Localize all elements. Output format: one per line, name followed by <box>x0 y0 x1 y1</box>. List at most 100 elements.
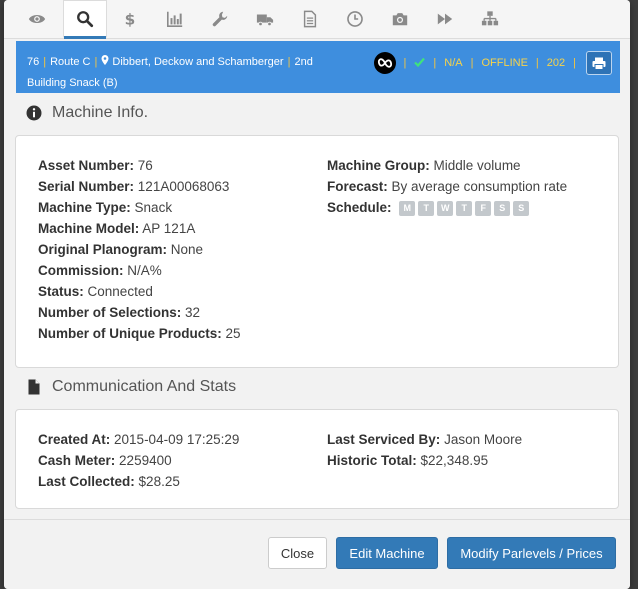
schedule-field: Schedule: M T W T F S S <box>327 200 530 216</box>
number-of-selections-field: Number of Selections: 32 <box>38 305 200 320</box>
machine-info-panel: Asset Number: 76 Serial Number: 121A0006… <box>15 135 619 368</box>
field-value: Connected <box>87 284 153 299</box>
print-icon <box>592 57 606 70</box>
machine-group-field: Machine Group: Middle volume <box>327 158 521 173</box>
unique-products-field: Number of Unique Products: 25 <box>38 326 241 341</box>
field-label: Schedule: <box>327 200 392 215</box>
tab-hierarchy[interactable] <box>468 0 512 38</box>
field-value: 25 <box>225 326 241 341</box>
schedule-day-sunday[interactable]: S <box>513 200 530 216</box>
tab-photos[interactable] <box>378 0 422 38</box>
schedule-day-monday[interactable]: M <box>399 200 416 216</box>
tab-delivery[interactable] <box>243 0 287 38</box>
schedule-day-wednesday[interactable]: W <box>437 200 454 216</box>
field-value: $22,348.95 <box>420 453 489 468</box>
field-value: N/A% <box>127 263 162 278</box>
last-collected-field: Last Collected: $28.25 <box>38 474 180 489</box>
close-button[interactable]: Close <box>268 537 327 569</box>
search-icon <box>77 11 94 28</box>
asset-number-field: Asset Number: 76 <box>38 158 153 173</box>
page-backdrop-right <box>630 0 638 589</box>
tab-bar: $ <box>4 0 630 39</box>
schedule-day-saturday[interactable]: S <box>494 200 511 216</box>
tab-maintenance[interactable] <box>198 0 242 38</box>
tab-stats[interactable] <box>153 0 197 38</box>
machine-info-bar: 76 | Route C | Dibbert, Deckow and Schamber… <box>16 41 620 93</box>
bar-chart-icon <box>166 11 183 28</box>
edit-machine-button[interactable]: Edit Machine <box>336 537 438 569</box>
field-label: Machine Group: <box>327 158 430 173</box>
separator: | <box>43 56 47 68</box>
field-label: Original Planogram: <box>38 242 168 257</box>
tab-overview[interactable] <box>15 0 59 38</box>
field-label: Asset Number: <box>38 158 135 173</box>
field-label: Commission: <box>38 263 124 278</box>
field-label: Forecast: <box>327 179 388 194</box>
field-label: Cash Meter: <box>38 453 116 468</box>
route-text: Route C <box>50 56 91 68</box>
field-value: 2259400 <box>119 453 172 468</box>
machine-location: 76 | Route C | Dibbert, Deckow and Schamber… <box>27 52 327 94</box>
machine-status: | | N/A | OFFLINE | 202 | <box>373 51 612 75</box>
schedule-days: M T W T F S S <box>399 200 530 216</box>
separator: | <box>433 57 437 69</box>
camera-icon <box>392 13 408 26</box>
machine-model-field: Machine Model: AP 121A <box>38 221 195 236</box>
field-label: Status: <box>38 284 84 299</box>
field-value: Middle volume <box>433 158 521 173</box>
separator: | <box>470 57 474 69</box>
field-value: By average consumption rate <box>391 179 568 194</box>
modify-parlevels-button[interactable]: Modify Parlevels / Prices <box>447 537 616 569</box>
field-label: Created At: <box>38 432 111 447</box>
machine-modal: $ 76 | Route C | Dibbert, Deckow and Sch… <box>4 0 630 589</box>
machine-type-field: Machine Type: Snack <box>38 200 172 215</box>
separator: | <box>403 57 407 69</box>
tab-next[interactable] <box>423 0 467 38</box>
tab-history[interactable] <box>333 0 377 38</box>
field-label: Machine Type: <box>38 200 131 215</box>
field-label: Machine Model: <box>38 221 140 236</box>
tab-finance[interactable]: $ <box>108 0 152 38</box>
separator: | <box>287 56 291 68</box>
field-value: Jason Moore <box>444 432 523 447</box>
asset-number-text: 76 <box>27 56 40 68</box>
sitemap-icon <box>481 11 499 26</box>
wrench-icon <box>212 11 228 27</box>
status-field: Status: Connected <box>38 284 153 299</box>
tab-search[interactable] <box>63 0 107 39</box>
field-label: Last Collected: <box>38 474 135 489</box>
tab-documents[interactable] <box>288 0 332 38</box>
field-label: Serial Number: <box>38 179 135 194</box>
comm-stats-heading: Communication And Stats <box>26 378 236 396</box>
field-label: Historic Total: <box>327 453 417 468</box>
schedule-day-tuesday[interactable]: T <box>418 200 435 216</box>
fast-forward-icon <box>437 13 453 25</box>
print-button[interactable] <box>586 51 612 75</box>
machine-info-title: Machine Info. <box>52 104 149 121</box>
svg-text:$: $ <box>125 10 136 28</box>
last-serviced-by-field: Last Serviced By: Jason Moore <box>327 432 522 447</box>
field-value: 76 <box>137 158 153 173</box>
clock-icon <box>347 11 363 27</box>
field-label: Number of Selections: <box>38 305 182 320</box>
field-value: 121A00068063 <box>137 179 230 194</box>
created-at-field: Created At: 2015-04-09 17:25:29 <box>38 432 239 447</box>
file-icon <box>28 379 40 395</box>
separator: | <box>94 56 98 68</box>
serial-number-field: Serial Number: 121A00068063 <box>38 179 229 194</box>
commission-field: Commission: N/A% <box>38 263 162 278</box>
comm-stats-title: Communication And Stats <box>52 378 237 395</box>
status-offline-text: OFFLINE <box>481 57 528 69</box>
cash-meter-field: Cash Meter: 2259400 <box>38 453 172 468</box>
check-icon <box>414 57 426 70</box>
separator: | <box>535 57 539 69</box>
location-text: Dibbert, Deckow and Schamberger <box>112 56 284 68</box>
truck-icon <box>256 14 274 27</box>
schedule-day-thursday[interactable]: T <box>456 200 473 216</box>
map-marker-icon <box>101 52 109 73</box>
field-value: Snack <box>134 200 173 215</box>
comm-stats-panel: Created At: 2015-04-09 17:25:29 Cash Met… <box>15 409 619 509</box>
separator: | <box>573 57 576 69</box>
info-icon <box>26 105 42 121</box>
schedule-day-friday[interactable]: F <box>475 200 492 216</box>
